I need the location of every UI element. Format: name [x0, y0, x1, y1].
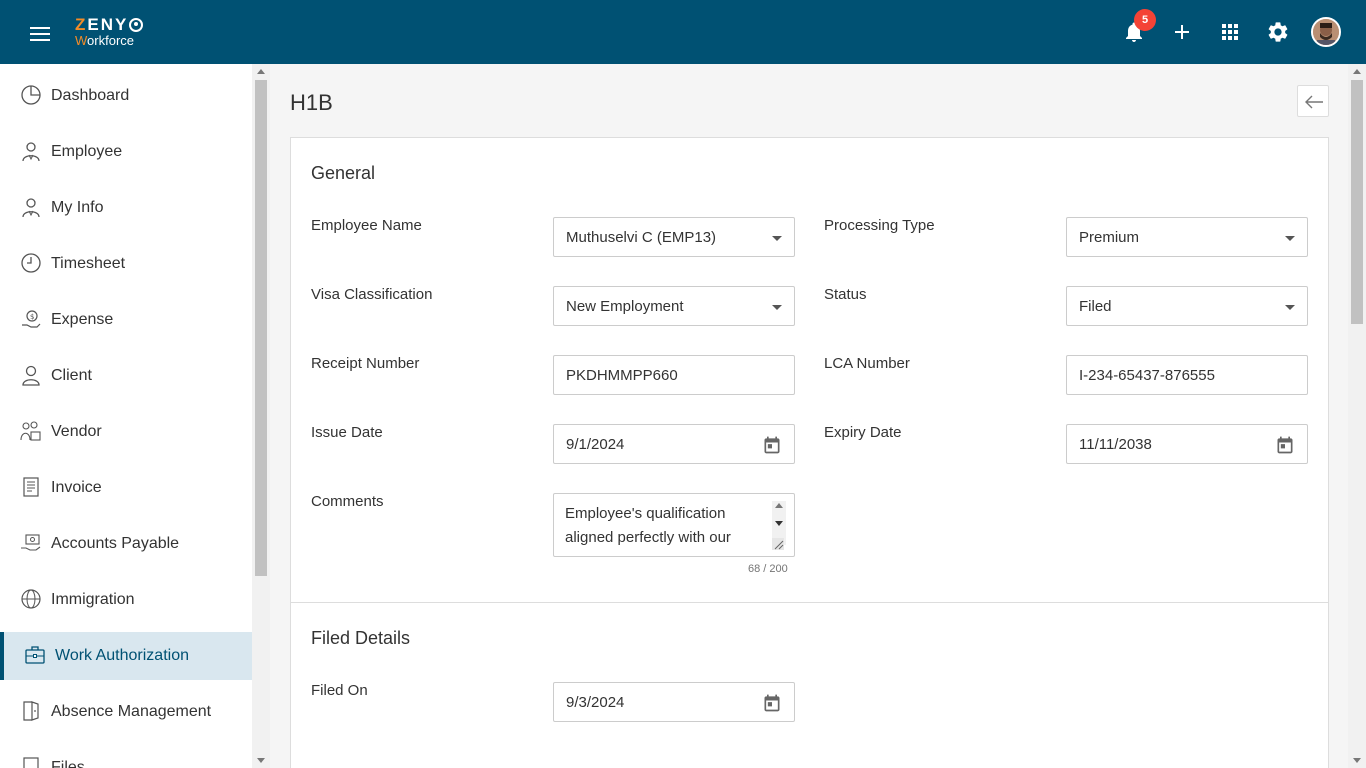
sidebar-item-label: Work Authorization [55, 647, 189, 664]
visa-classification-select[interactable]: New Employment [553, 286, 795, 326]
visa-classification-value: New Employment [566, 298, 684, 315]
filed-on-input[interactable]: 9/3/2024 [553, 682, 795, 722]
arrow-left-icon [1305, 95, 1323, 109]
chevron-down-icon [772, 236, 782, 241]
filed-on-label: Filed On [311, 682, 368, 699]
sidebar-item-timesheet[interactable]: Timesheet [0, 240, 252, 288]
calendar-icon[interactable] [1275, 435, 1295, 455]
lca-number-input[interactable]: I-234-65437-876555 [1066, 355, 1308, 395]
expiry-date-value: 11/11/2038 [1079, 436, 1152, 453]
sidebar-item-dashboard[interactable]: Dashboard [0, 72, 252, 120]
sidebar-item-client[interactable]: Client [0, 352, 252, 400]
chevron-down-icon [1285, 305, 1295, 310]
calendar-icon[interactable] [762, 435, 782, 455]
accounts-payable-icon [21, 534, 41, 551]
filed-on-value: 9/3/2024 [566, 694, 625, 711]
comments-value: Employee's qualification aligned perfect… [565, 505, 731, 546]
sidebar-scrollbar[interactable] [252, 64, 270, 768]
status-select[interactable]: Filed [1066, 286, 1308, 326]
visa-classification-label: Visa Classification [311, 286, 433, 303]
status-label: Status [824, 286, 867, 303]
section-title-general: General [311, 163, 376, 183]
sidebar-item-label: Expense [51, 311, 114, 328]
employee-name-value: Muthuselvi C (EMP13) [566, 229, 717, 246]
dashboard-icon [21, 85, 41, 105]
h1b-form-card: General Employee Name Muthuselvi C (EMP1… [290, 137, 1329, 768]
processing-type-select[interactable]: Premium [1066, 217, 1308, 257]
sidebar-item-label: Absence Management [51, 703, 212, 720]
sidebar-item-employee[interactable]: Employee [0, 128, 252, 176]
lca-number-label: LCA Number [824, 355, 910, 372]
briefcase-icon [25, 646, 45, 664]
client-icon [22, 365, 40, 386]
employee-name-select[interactable]: Muthuselvi C (EMP13) [553, 217, 795, 257]
vendor-icon [20, 421, 41, 441]
sidebar-item-label: Timesheet [51, 255, 126, 272]
menu-icon[interactable] [26, 22, 54, 44]
immigration-icon [21, 589, 41, 609]
receipt-number-input[interactable]: PKDHMMPP660 [553, 355, 795, 395]
files-icon [23, 757, 39, 768]
comments-textarea[interactable]: Employee's qualification aligned perfect… [553, 493, 795, 557]
sidebar-item-expense[interactable]: $ Expense [0, 296, 252, 344]
avatar[interactable] [1311, 17, 1341, 47]
employee-name-label: Employee Name [311, 217, 422, 234]
issue-date-label: Issue Date [311, 424, 383, 441]
section-divider [291, 602, 1328, 603]
main-scrollbar[interactable] [1348, 64, 1366, 768]
back-button[interactable] [1297, 85, 1329, 117]
status-value: Filed [1079, 298, 1112, 315]
sidebar-item-absence-management[interactable]: Absence Management [0, 688, 252, 736]
sidebar-item-label: Files [51, 759, 85, 768]
expense-icon: $ [22, 310, 41, 328]
absence-icon [23, 701, 39, 721]
sidebar-item-work-authorization[interactable]: Work Authorization [0, 632, 252, 680]
sidebar-item-label: Invoice [51, 479, 102, 496]
main-content: H1B General Employee Name Muthuselvi C (… [270, 64, 1348, 768]
plus-icon[interactable] [1170, 20, 1194, 44]
sidebar-item-label: Accounts Payable [51, 535, 180, 552]
comments-char-counter: 68 / 200 [748, 563, 788, 575]
invoice-icon [23, 477, 39, 497]
sidebar-item-vendor[interactable]: Vendor [0, 408, 252, 456]
processing-type-label: Processing Type [824, 217, 935, 234]
employee-icon [22, 142, 40, 162]
sidebar-item-label: Vendor [51, 423, 102, 440]
lca-number-value: I-234-65437-876555 [1079, 367, 1215, 384]
sidebar-item-label: Client [51, 367, 92, 384]
sidebar-item-label: Immigration [51, 591, 135, 608]
processing-type-value: Premium [1079, 229, 1140, 246]
sidebar: Dashboard Employee My Info Timesheet $ E… [0, 64, 252, 768]
calendar-icon[interactable] [762, 693, 782, 713]
notification-badge: 5 [1134, 9, 1156, 31]
logo[interactable]: Z ENY Workforce [75, 16, 147, 48]
comments-label: Comments [311, 493, 384, 510]
expiry-date-label: Expiry Date [824, 424, 902, 441]
chevron-down-icon [772, 305, 782, 310]
sidebar-item-my-info[interactable]: My Info [0, 184, 252, 232]
sidebar-item-immigration[interactable]: Immigration [0, 576, 252, 624]
chevron-down-icon [1285, 236, 1295, 241]
sidebar-item-label: Employee [51, 143, 123, 160]
sidebar-item-label: Dashboard [51, 87, 130, 104]
timesheet-icon [21, 253, 41, 273]
top-app-bar: Z ENY Workforce 5 [0, 0, 1366, 64]
sidebar-item-accounts-payable[interactable]: Accounts Payable [0, 520, 252, 568]
sidebar-item-files[interactable]: Files [0, 744, 252, 768]
receipt-number-label: Receipt Number [311, 355, 420, 372]
issue-date-input[interactable]: 9/1/2024 [553, 424, 795, 464]
gear-icon[interactable] [1266, 20, 1290, 44]
apps-grid-icon[interactable] [1218, 20, 1242, 44]
page-title: H1B [290, 90, 333, 115]
issue-date-value: 9/1/2024 [566, 436, 625, 453]
sidebar-item-invoice[interactable]: Invoice [0, 464, 252, 512]
sidebar-item-label: My Info [51, 199, 104, 216]
svg-text:$: $ [30, 313, 34, 321]
receipt-number-value: PKDHMMPP660 [566, 367, 678, 384]
section-title-filed-details: Filed Details [311, 628, 411, 648]
expiry-date-input[interactable]: 11/11/2038 [1066, 424, 1308, 464]
my-info-icon [22, 198, 40, 218]
resize-handle-icon[interactable] [772, 538, 784, 550]
